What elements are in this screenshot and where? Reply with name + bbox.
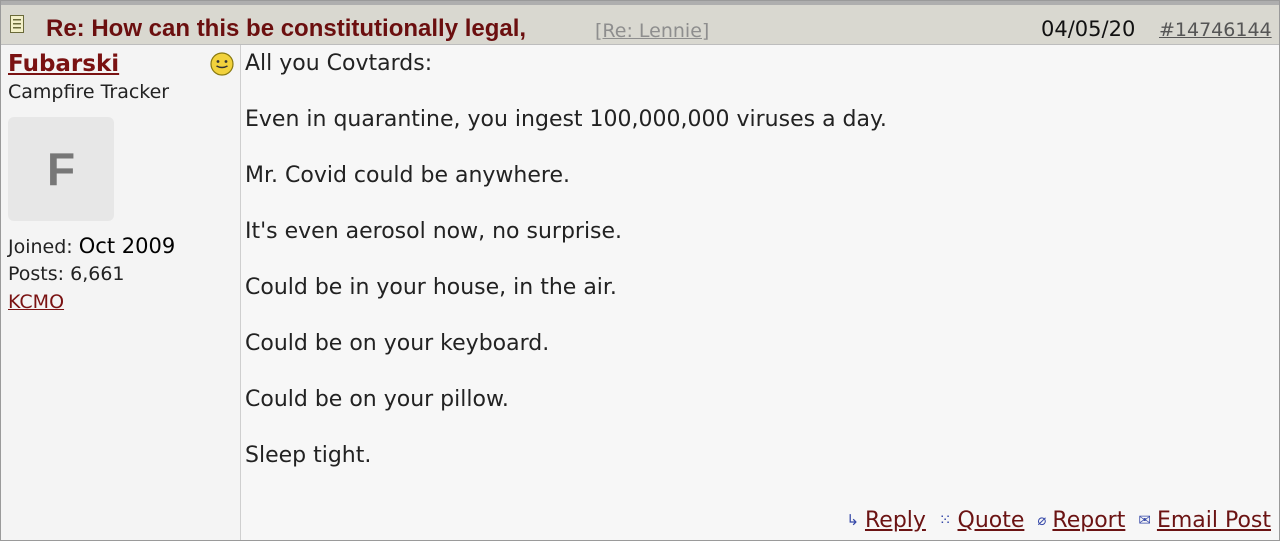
author-sidebar: Fubarski Campfire Tracker F Joined: Oct …: [1, 45, 241, 540]
post-line: Even in quarantine, you ingest 100,000,0…: [245, 107, 887, 132]
author-posts: Posts: 6,661: [8, 263, 125, 285]
joined-value: Oct 2009: [78, 234, 176, 258]
quote-button[interactable]: ⁙ Quote: [939, 508, 1024, 533]
reply-arrow-icon: ↳: [846, 511, 859, 529]
reply-button[interactable]: ↳ Reply: [846, 508, 926, 533]
quote-icon: ⁙: [938, 511, 952, 529]
email-icon: ✉: [1138, 511, 1151, 529]
quote-label: Quote: [957, 507, 1025, 533]
author-joined: Joined: Oct 2009: [8, 234, 175, 258]
avatar-initial: F: [46, 143, 76, 195]
post-container: Re: How can this be constitutionally leg…: [0, 0, 1280, 541]
post-number-link[interactable]: #14746144: [1159, 19, 1272, 41]
email-post-button[interactable]: ✉ Email Post: [1138, 508, 1271, 533]
post-header: Re: How can this be constitutionally leg…: [1, 1, 1279, 45]
report-label: Report: [1052, 507, 1126, 533]
post-line: Could be in your house, in the air.: [245, 275, 617, 300]
post-line: Mr. Covid could be anywhere.: [245, 163, 570, 188]
avatar[interactable]: F: [8, 117, 114, 221]
posts-label: Posts:: [8, 263, 65, 285]
report-button[interactable]: ⌀ Report: [1037, 508, 1125, 533]
author-location-link[interactable]: KCMO: [8, 291, 64, 313]
post-icon: [10, 15, 24, 33]
post-line: Could be on your keyboard.: [245, 331, 550, 356]
post-line: Could be on your pillow.: [245, 387, 509, 412]
smiley-icon: [210, 52, 234, 76]
post-subject: Re: How can this be constitutionally leg…: [46, 15, 527, 42]
post-actions: ↳ Reply ⁙ Quote ⌀ Report ✉ Email Post: [840, 506, 1271, 536]
email-label: Email Post: [1156, 507, 1271, 533]
post-line: All you Covtards:: [245, 51, 433, 76]
author-title: Campfire Tracker: [8, 81, 170, 103]
post-date: 04/05/20: [1041, 17, 1136, 41]
posts-value: 6,661: [70, 263, 125, 285]
report-icon: ⌀: [1037, 511, 1047, 529]
post-line: Sleep tight.: [245, 443, 372, 468]
post-line: It's even aerosol now, no surprise.: [245, 219, 623, 244]
reply-to-link[interactable]: [Re: Lennie]: [595, 20, 709, 42]
joined-label: Joined:: [8, 236, 73, 258]
author-username[interactable]: Fubarski: [8, 51, 119, 77]
reply-label: Reply: [864, 507, 926, 533]
